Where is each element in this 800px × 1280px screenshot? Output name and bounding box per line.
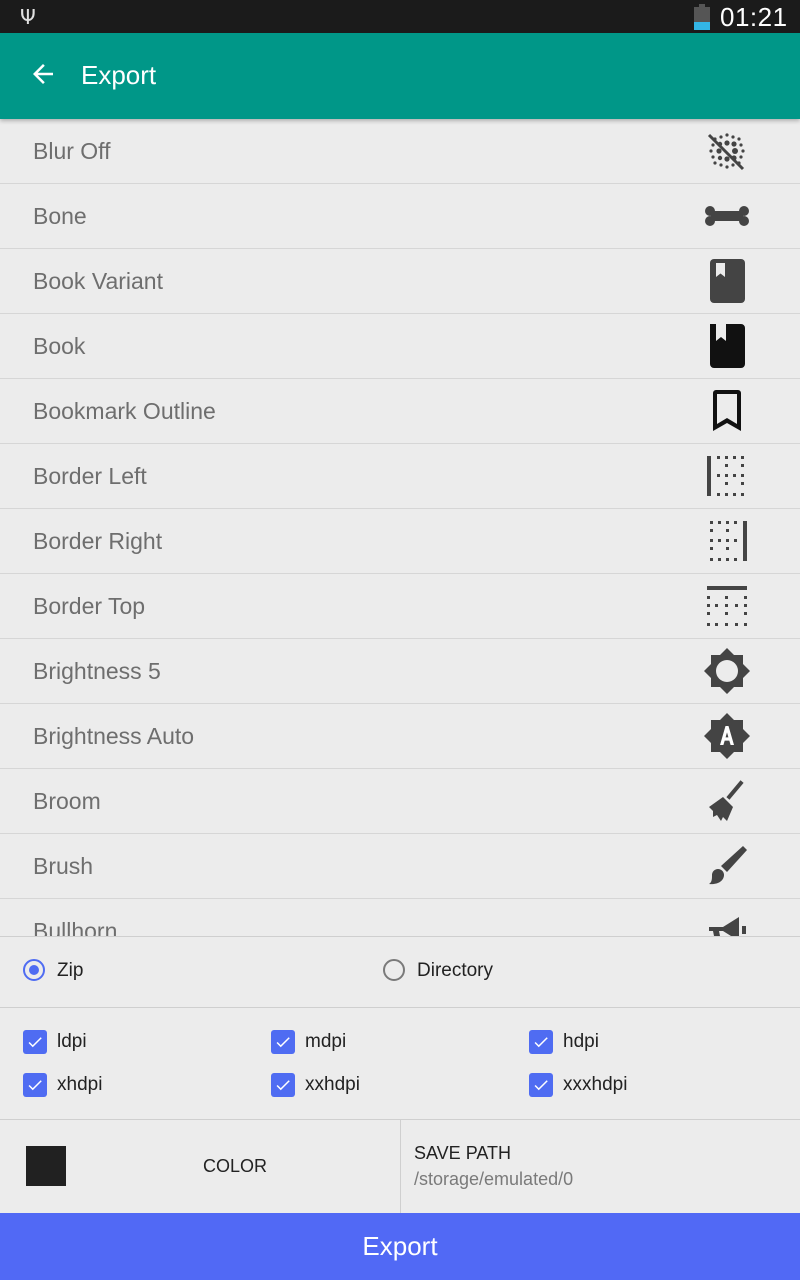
radio-indicator xyxy=(23,959,45,981)
blur-off-icon xyxy=(707,133,745,171)
divider xyxy=(400,1120,401,1213)
list-item[interactable]: Brush xyxy=(0,834,800,899)
list-item-label: Bullhorn xyxy=(33,918,118,936)
list-item-label: Brightness Auto xyxy=(33,723,195,749)
list-item[interactable]: Broom xyxy=(0,769,800,834)
radio-label: Zip xyxy=(57,960,84,981)
checkmark-icon xyxy=(28,1080,42,1091)
status-bar: Ψ 01:21 xyxy=(0,0,800,33)
broom-icon xyxy=(709,780,744,821)
checkbox-label: mdpi xyxy=(305,1031,347,1052)
checkbox-box xyxy=(23,1030,47,1054)
checkmark-icon xyxy=(534,1037,548,1048)
brightness-5-icon xyxy=(704,648,750,694)
density-selector: ldpi mdpi hdpi xhdpi xxhdpi xxxhdpi xyxy=(0,1007,800,1120)
book-variant-icon xyxy=(710,259,745,303)
format-selector: Zip Directory xyxy=(0,936,800,1008)
list-item[interactable]: Border Left xyxy=(0,444,800,509)
status-time: 01:21 xyxy=(720,2,788,32)
checkmark-icon xyxy=(276,1037,290,1048)
border-top-icon xyxy=(707,586,747,626)
list-item[interactable]: Border Right xyxy=(0,509,800,574)
checkmark-icon xyxy=(28,1037,42,1048)
checkbox-box xyxy=(23,1073,47,1097)
checkbox-label: xxhdpi xyxy=(305,1074,360,1095)
app-bar: Export xyxy=(0,33,800,119)
save-path-value[interactable]: /storage/emulated/0 xyxy=(414,1169,573,1190)
book-icon xyxy=(710,324,745,368)
list-item[interactable]: Bullhorn xyxy=(0,899,800,936)
list-item[interactable]: Border Top xyxy=(0,574,800,639)
list-item[interactable]: Bone xyxy=(0,184,800,249)
checkbox-box xyxy=(271,1030,295,1054)
color-swatch[interactable] xyxy=(26,1146,66,1186)
save-path-title[interactable]: SAVE PATH xyxy=(414,1143,511,1164)
list-item-label: Book xyxy=(33,333,86,359)
radio-indicator xyxy=(383,959,405,981)
arrow-left-icon[interactable] xyxy=(28,59,58,89)
checkbox-box xyxy=(271,1073,295,1097)
list-item-label: Book Variant xyxy=(33,268,163,294)
border-right-icon xyxy=(710,521,747,561)
list-item-label: Bone xyxy=(33,203,87,229)
checkbox-label: xxxhdpi xyxy=(563,1074,628,1095)
list-item[interactable]: Brightness 5 xyxy=(0,639,800,704)
color-button[interactable]: COLOR xyxy=(203,1156,267,1177)
list-item[interactable]: Brightness Auto xyxy=(0,704,800,769)
list-item-label: Border Right xyxy=(33,528,163,554)
checkbox-label: xhdpi xyxy=(57,1074,103,1095)
bone-icon xyxy=(705,206,749,226)
checkbox-label: ldpi xyxy=(57,1031,87,1052)
checkmark-icon xyxy=(276,1080,290,1091)
border-left-icon xyxy=(707,456,744,496)
list-item-label: Blur Off xyxy=(33,138,111,164)
list-item-label: Brush xyxy=(33,853,94,879)
checkbox-box xyxy=(529,1030,553,1054)
list-item-label: Border Top xyxy=(33,593,146,619)
export-button[interactable]: Export xyxy=(0,1213,800,1280)
checkbox-box xyxy=(529,1073,553,1097)
list-item[interactable]: Book xyxy=(0,314,800,379)
brush-icon xyxy=(709,846,747,885)
checkmark-icon xyxy=(534,1080,548,1091)
radio-label: Directory xyxy=(417,960,494,981)
bookmark-outline-icon xyxy=(713,390,741,431)
list-item[interactable]: Bookmark Outline xyxy=(0,379,800,444)
brightness-auto-icon xyxy=(704,713,750,759)
icon-list[interactable]: Blur Off Bone Book Variant Book Bookmark… xyxy=(0,119,800,936)
list-item-label: Broom xyxy=(33,788,101,814)
usb-icon: Ψ xyxy=(20,5,36,29)
list-item-label: Brightness 5 xyxy=(33,658,161,684)
list-item-label: Border Left xyxy=(33,463,147,489)
export-options: COLOR SAVE PATH /storage/emulated/0 xyxy=(0,1120,800,1213)
checkbox-label: hdpi xyxy=(563,1031,599,1052)
bullhorn-icon xyxy=(709,917,746,936)
list-item-label: Bookmark Outline xyxy=(33,398,216,424)
page-title: Export xyxy=(81,60,157,90)
list-item[interactable]: Blur Off xyxy=(0,119,800,184)
list-item[interactable]: Book Variant xyxy=(0,249,800,314)
battery-icon xyxy=(694,4,710,30)
